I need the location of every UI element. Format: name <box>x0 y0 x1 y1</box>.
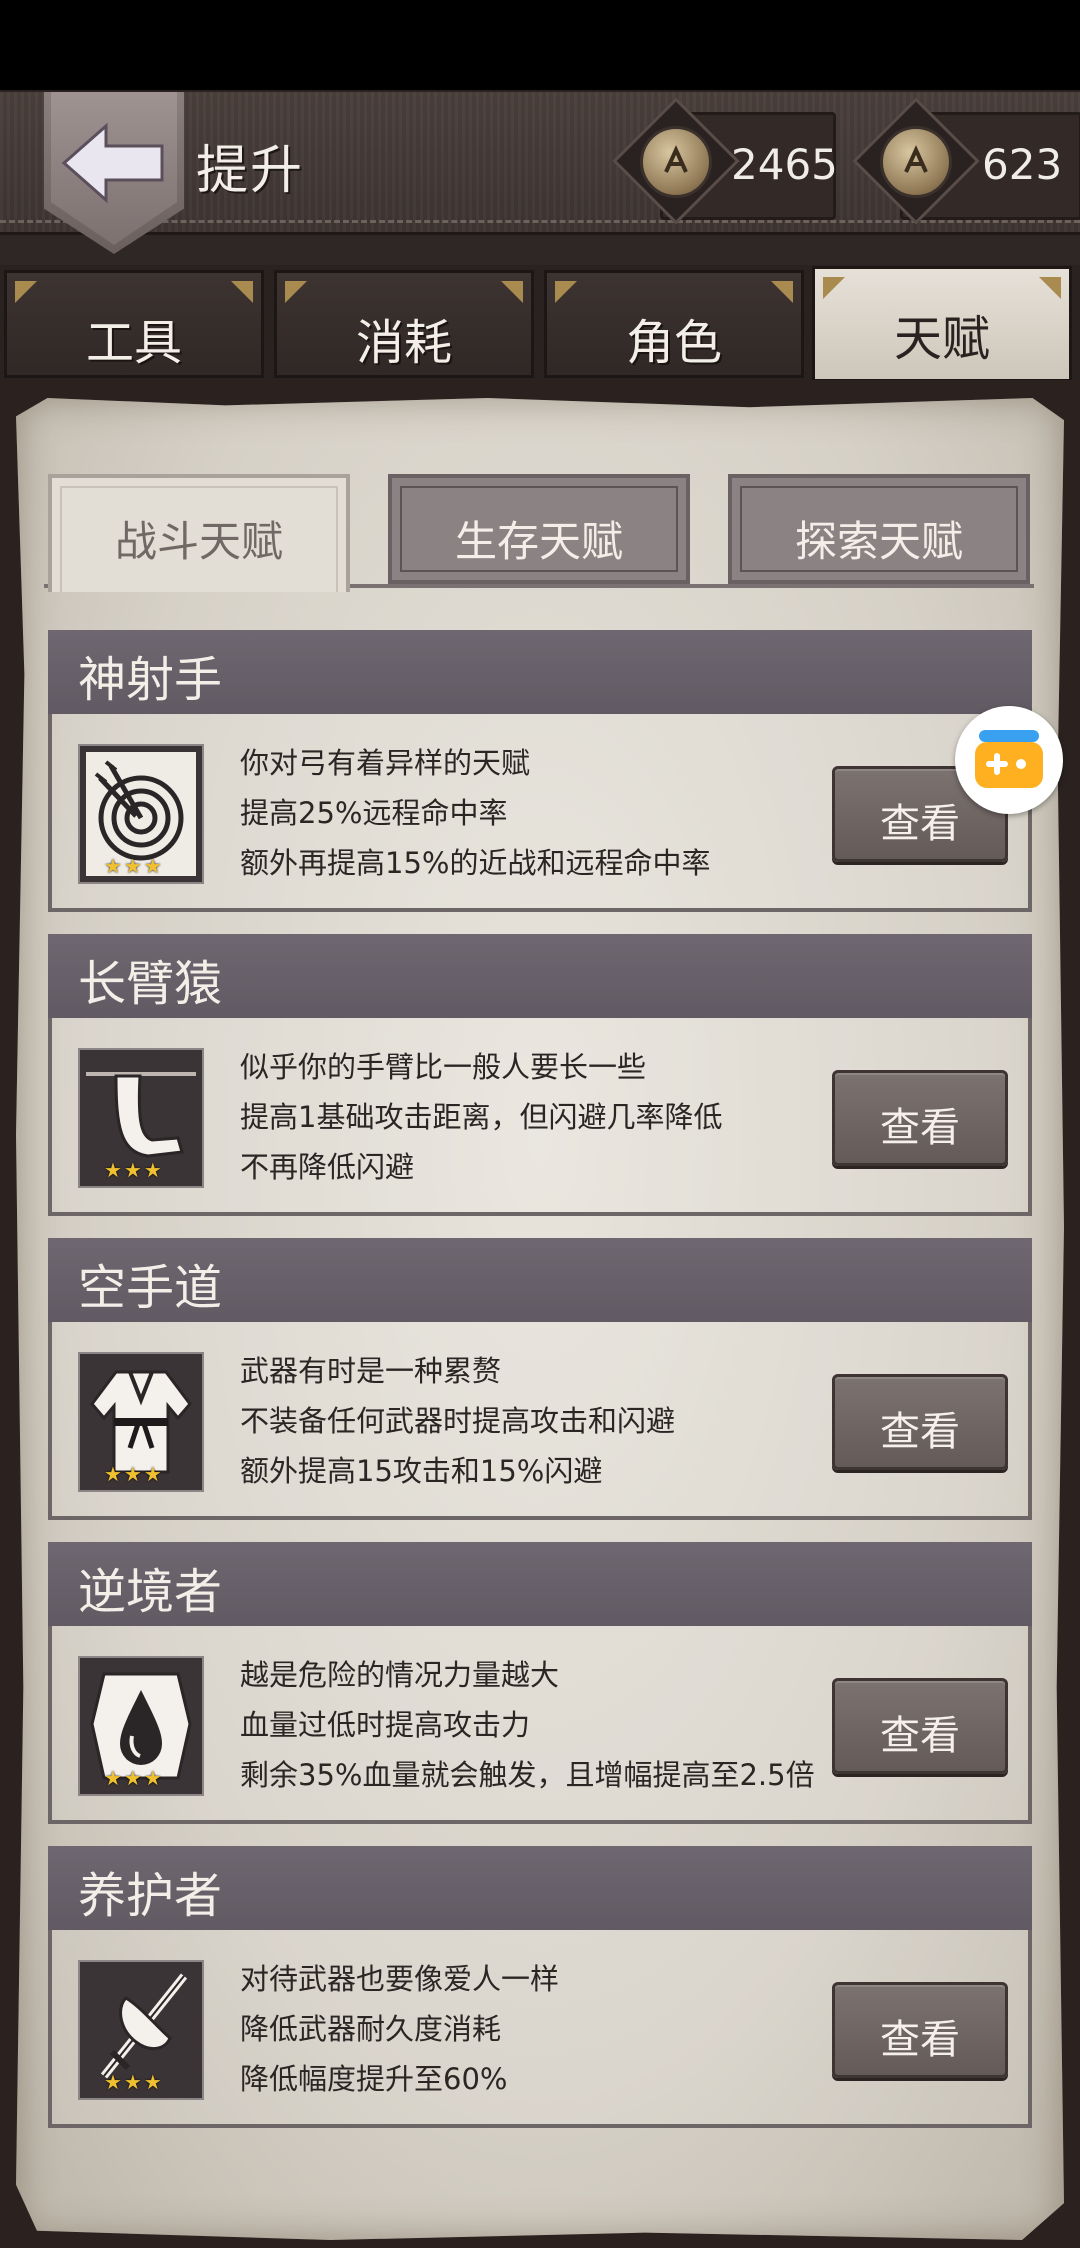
talent-header: 空手道 <box>48 1238 1032 1322</box>
talent-description: 武器有时是一种累赘 不装备任何武器时提高攻击和闪避 额外提高15攻击和15%闪避 <box>240 1354 676 1488</box>
view-button-label: 查看 <box>880 1409 960 1455</box>
talent-card-gibbon: 长臂猿 ★★★ 似乎你的手臂比一般人要长一些 提高1基础攻击距离，但闪避几率降低… <box>48 934 1032 1216</box>
star-rating: ★★★ <box>104 2070 164 2094</box>
talent-header: 神射手 <box>48 630 1032 714</box>
talent-header: 长臂猿 <box>48 934 1032 1018</box>
talent-card-adversity: 逆境者 ★★★ 越是危险的情况力量越大 血量过低时提高攻击力 剩余35%血量就会… <box>48 1542 1032 1824</box>
karate-gi-icon: ★★★ <box>78 1352 204 1492</box>
subtab-label: 探索天赋 <box>794 517 963 566</box>
subtab-label: 生存天赋 <box>454 517 623 566</box>
talent-name: 空手道 <box>78 1260 223 1316</box>
star-rating: ★★★ <box>104 1462 164 1486</box>
talent-description: 对待武器也要像爱人一样 降低武器耐久度消耗 降低幅度提升至60% <box>240 1962 560 2096</box>
currency-value-1: 2465 <box>731 140 838 189</box>
talent-name: 神射手 <box>78 652 223 708</box>
view-button-label: 查看 <box>880 1105 960 1151</box>
tab-label: 工具 <box>85 315 182 371</box>
floating-game-widget[interactable] <box>955 706 1063 814</box>
talent-header: 逆境者 <box>48 1542 1032 1626</box>
view-button-label: 查看 <box>880 2017 960 2063</box>
star-rating: ★★★ <box>104 1158 164 1182</box>
talent-header: 养护者 <box>48 1846 1032 1930</box>
view-button-label: 查看 <box>880 1713 960 1759</box>
coin-icon <box>880 126 952 198</box>
talent-description: 越是危险的情况力量越大 血量过低时提高攻击力 剩余35%血量就会触发，且增幅提高… <box>240 1658 815 1792</box>
star-rating: ★★★ <box>104 1766 164 1790</box>
view-button[interactable]: 查看 <box>832 1374 1008 1470</box>
tab-tools[interactable]: 工具 <box>4 270 264 378</box>
tab-label: 消耗 <box>355 315 452 371</box>
tab-consumables[interactable]: 消耗 <box>274 270 534 378</box>
subtab-combat-talents[interactable]: 战斗天赋 <box>48 474 350 592</box>
talent-card-caretaker: 养护者 ★★★ 对待武器也要像爱人一样 降低武器耐久度消耗 降低幅度提升至60%… <box>48 1846 1032 2128</box>
view-button[interactable]: 查看 <box>832 1982 1008 2078</box>
gamepad-icon <box>975 730 1043 788</box>
page-title: 提升 <box>196 141 305 201</box>
tab-label: 角色 <box>625 315 722 371</box>
tab-label: 天赋 <box>893 311 990 367</box>
subtab-exploration-talents[interactable]: 探索天赋 <box>728 474 1030 584</box>
talent-name: 长臂猿 <box>78 956 223 1012</box>
view-button[interactable]: 查看 <box>832 1070 1008 1166</box>
talent-description: 似乎你的手臂比一般人要长一些 提高1基础攻击距离，但闪避几率降低 不再降低闪避 <box>240 1050 723 1184</box>
currency-value-2: 623 <box>982 140 1063 189</box>
subtab-survival-talents[interactable]: 生存天赋 <box>388 474 690 584</box>
archery-target-icon: ★★★ <box>78 744 204 884</box>
blood-drop-icon: ★★★ <box>78 1656 204 1796</box>
coin-icon <box>640 126 712 198</box>
subtab-label: 战斗天赋 <box>114 517 283 566</box>
talent-body: ★★★ 对待武器也要像爱人一样 降低武器耐久度消耗 降低幅度提升至60% 查看 <box>48 1930 1032 2128</box>
tab-character[interactable]: 角色 <box>544 270 804 378</box>
talent-body: ★★★ 你对弓有着异样的天赋 提高25%远程命中率 额外再提高15%的近战和远程… <box>48 714 1032 912</box>
view-button[interactable]: 查看 <box>832 1678 1008 1774</box>
sword-care-icon: ★★★ <box>78 1960 204 2100</box>
tab-talents[interactable]: 天赋 <box>812 266 1072 382</box>
talent-name: 养护者 <box>78 1868 223 1924</box>
talent-body: ★★★ 越是危险的情况力量越大 血量过低时提高攻击力 剩余35%血量就会触发，且… <box>48 1626 1032 1824</box>
back-arrow-icon <box>61 122 164 204</box>
talent-card-karate: 空手道 ★★★ 武器有时是一种累赘 不装备任何武器时提高攻击和闪避 额外提高15… <box>48 1238 1032 1520</box>
talent-body: ★★★ 似乎你的手臂比一般人要长一些 提高1基础攻击距离，但闪避几率降低 不再降… <box>48 1018 1032 1216</box>
talent-name: 逆境者 <box>78 1564 223 1620</box>
star-rating: ★★★ <box>104 854 164 878</box>
status-bar <box>0 0 1080 90</box>
talent-card-marksman: 神射手 ★★★ 你对弓有着异样的天赋 提高25%远程命中率 额外再提高15%的近… <box>48 630 1032 912</box>
talent-body: ★★★ 武器有时是一种累赘 不装备任何武器时提高攻击和闪避 额外提高15攻击和1… <box>48 1322 1032 1520</box>
long-arm-icon: ★★★ <box>78 1048 204 1188</box>
talent-description: 你对弓有着异样的天赋 提高25%远程命中率 额外再提高15%的近战和远程命中率 <box>240 746 711 880</box>
